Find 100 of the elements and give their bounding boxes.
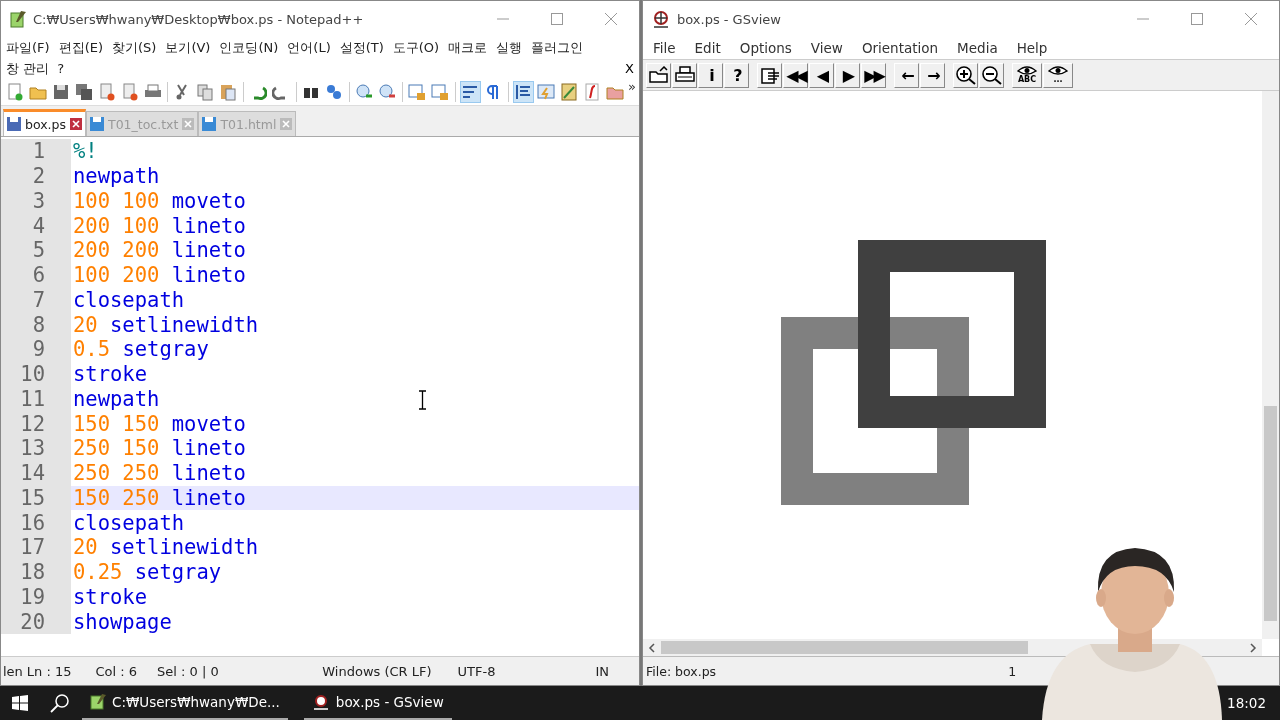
menu-item[interactable]: Options	[739, 40, 792, 56]
line-number: 19	[1, 584, 71, 610]
menu-item[interactable]: 인코딩(N)	[219, 38, 279, 57]
floppy-disks-icon[interactable]	[73, 81, 94, 103]
menu-item[interactable]: 창 관리	[6, 59, 50, 78]
code-line: 20 setlinewidth	[72, 535, 259, 560]
code-line: 200 100 lineto	[72, 213, 246, 238]
code-line: closepath	[72, 287, 185, 312]
line-number: 5	[1, 238, 71, 263]
status-text: Sel : 0 | 0	[156, 663, 220, 679]
menu-item[interactable]: 설정(T)	[339, 38, 384, 57]
search-icon[interactable]	[50, 693, 70, 713]
toolbar-button[interactable]: ABC	[1012, 62, 1042, 88]
menu-item[interactable]: Media	[957, 40, 998, 56]
eye-icon	[1048, 66, 1068, 75]
print-button[interactable]	[672, 62, 697, 88]
indent-guide-icon[interactable]	[512, 81, 534, 103]
scroll-left-icon[interactable]	[648, 642, 656, 653]
more-tools-button[interactable]: »	[628, 79, 636, 94]
code-line: showpage	[72, 609, 172, 634]
line-number: 10	[1, 361, 71, 387]
clock: 18:02	[1225, 695, 1268, 711]
code-line: 0.25 setgray	[72, 560, 222, 585]
close-icon[interactable]	[70, 118, 82, 130]
line-number: 13	[1, 436, 71, 461]
menu-item[interactable]: 보기(V)	[165, 38, 211, 57]
taskbar-button[interactable]: C:₩Users₩hwany₩De...	[82, 686, 288, 720]
menu-item[interactable]: 찾기(S)	[112, 38, 157, 57]
menu-item[interactable]: 도구(O)	[392, 38, 440, 57]
word-wrap-icon[interactable]	[459, 81, 481, 103]
close-icon[interactable]	[605, 13, 617, 25]
zoom-out-button[interactable]	[979, 62, 1004, 88]
notepad-icon	[9, 10, 27, 28]
zoom-in-button[interactable]	[953, 62, 978, 88]
code-line: 250 150 lineto	[72, 436, 246, 461]
status-text: UTF-8	[456, 663, 497, 679]
close-document-button[interactable]: X	[625, 61, 634, 76]
line-number: 8	[1, 312, 71, 337]
toolbar-button[interactable]: ◀	[809, 62, 834, 88]
toolbar-button[interactable]: ▶▶	[861, 62, 886, 88]
menu-item[interactable]: 편집(E)	[58, 38, 103, 57]
menu-item[interactable]: ?	[57, 61, 65, 76]
toolbar-button[interactable]: →	[920, 62, 945, 88]
toolbar-button[interactable]: ▶	[835, 62, 860, 88]
code-line: newpath	[72, 386, 160, 411]
line-number: 17	[1, 535, 71, 560]
toolbar-button[interactable]: ?	[724, 62, 749, 88]
windows-logo-icon[interactable]	[12, 695, 28, 711]
line-number: 3	[1, 188, 71, 214]
line-number: 11	[1, 386, 71, 412]
menu-item[interactable]: Orientation	[861, 40, 939, 56]
taskbar-button[interactable]: box.ps - GSview	[303, 686, 452, 720]
window-lock-icon[interactable]	[429, 81, 451, 103]
menu-item[interactable]: Help	[1016, 40, 1048, 56]
code-line: 0.5 setgray	[72, 337, 209, 362]
code-line: 200 200 lineto	[72, 238, 246, 263]
code-line: 100 100 moveto	[72, 188, 246, 213]
menu-item[interactable]: 매크로	[448, 38, 488, 57]
open-folder-button[interactable]	[646, 62, 671, 88]
menu-item[interactable]: 언어(L)	[287, 38, 331, 57]
code-line: newpath	[72, 164, 160, 189]
status-text: IN	[594, 663, 610, 679]
close-icon[interactable]	[1245, 13, 1257, 25]
menu-item[interactable]: File	[653, 40, 676, 56]
line-number: 12	[1, 411, 71, 436]
scroll-right-icon[interactable]	[1249, 642, 1257, 653]
file-tab[interactable]: box.ps	[3, 109, 86, 136]
status-text: File: box.ps	[646, 663, 717, 679]
line-number: 15	[1, 485, 71, 511]
window-lock-icon[interactable]	[406, 81, 428, 103]
line-number: 4	[1, 213, 71, 238]
line-number: 7	[1, 287, 71, 313]
maximize-icon[interactable]	[551, 13, 563, 25]
line-number: 20	[1, 609, 71, 634]
line-number: 16	[1, 510, 71, 535]
status-text: len	[2, 663, 24, 679]
status-text: Ln : 15	[25, 663, 73, 679]
map-icon[interactable]	[558, 81, 580, 103]
menu-item[interactable]: 실행	[496, 38, 523, 57]
menu-item[interactable]: 플러그인	[531, 38, 584, 57]
eye-icon	[1017, 66, 1037, 75]
copy-icon[interactable]	[194, 81, 216, 103]
toolbar-button[interactable]: ...	[1043, 62, 1073, 88]
menu-item[interactable]: Edit	[694, 40, 721, 56]
code-line: 150 150 moveto	[72, 411, 246, 436]
menu-item[interactable]: View	[810, 40, 843, 56]
toolbar-button[interactable]: ←	[894, 62, 919, 88]
code-line: 100 200 lineto	[72, 263, 246, 288]
text-cursor-icon	[418, 390, 427, 410]
window-title: C:₩Users₩hwany₩Desktop₩box.ps - Notepad++	[33, 11, 364, 27]
vertical-scrollbar[interactable]	[1262, 91, 1279, 639]
status-text: Col : 6	[94, 663, 139, 679]
code-line: stroke	[72, 584, 148, 609]
toolbar-button[interactable]: ◀◀	[783, 62, 808, 88]
menu-item[interactable]: 파일(F)	[6, 38, 50, 57]
line-number: 14	[1, 460, 71, 486]
maximize-icon[interactable]	[1191, 13, 1203, 25]
go-to-page-button[interactable]	[757, 62, 782, 88]
code-line: %!	[72, 139, 98, 164]
toolbar-button[interactable]: i	[698, 62, 723, 88]
